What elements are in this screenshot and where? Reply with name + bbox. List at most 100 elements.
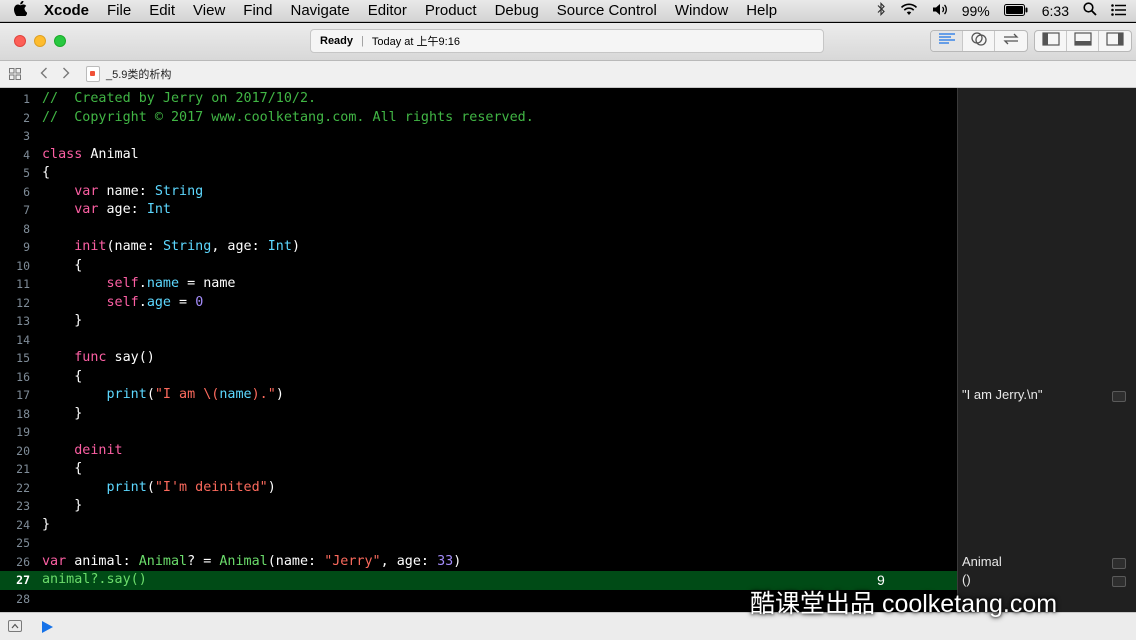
code-line[interactable]: 11 self.name = name (0, 275, 957, 294)
line-number: 6 (23, 184, 30, 199)
view-toggles-segmented-control (1034, 30, 1132, 52)
code-text: } (74, 405, 83, 421)
code-text: age: (98, 202, 147, 217)
code-line[interactable]: 3 (0, 127, 957, 146)
jump-bar-file-name: _5.9类的析构 (106, 69, 172, 81)
menu-file[interactable]: File (98, 2, 140, 19)
assistant-editor-icon (970, 31, 988, 51)
line-number: 5 (23, 166, 30, 180)
menu-navigate[interactable]: Navigate (281, 2, 358, 19)
code-text: animal?.say() (42, 572, 147, 587)
menu-view[interactable]: View (184, 2, 234, 19)
code-line[interactable]: 1 // Created by Jerry on 2017/10/2. (0, 90, 957, 109)
code-line[interactable]: 16 { (0, 368, 957, 387)
jump-bar: _5.9类的析构 (0, 61, 1136, 88)
code-line[interactable]: 22 print("I'm deinited") (0, 479, 957, 498)
wifi-icon[interactable] (900, 3, 918, 19)
code-line[interactable]: 17 print("I am \(name).") (0, 386, 957, 405)
code-text: } (74, 498, 83, 513)
code-line[interactable]: 13 } (0, 312, 957, 331)
version-editor-button[interactable] (995, 31, 1027, 51)
navigator-toggle-button[interactable] (1035, 31, 1067, 51)
debug-area-toggle-button[interactable] (1067, 31, 1099, 51)
menu-edit[interactable]: Edit (140, 2, 184, 19)
window-toolbar: Ready | Today at 上午9:16 (0, 23, 1136, 61)
code-text: . (138, 276, 147, 291)
result-quicklook-icon[interactable] (1112, 557, 1126, 569)
code-line[interactable]: 19 (0, 423, 957, 442)
code-line[interactable]: 25 (0, 534, 957, 553)
menu-product[interactable]: Product (416, 2, 486, 19)
notification-center-icon[interactable] (1111, 3, 1126, 19)
line-number: 1 (23, 92, 30, 106)
code-keyword: self (106, 276, 139, 291)
menu-app-xcode[interactable]: Xcode (40, 2, 98, 19)
zoom-window-button[interactable] (54, 35, 66, 47)
line-number: 2 (23, 110, 30, 125)
code-line[interactable]: 20 deinit (0, 442, 957, 461)
menu-find[interactable]: Find (234, 2, 281, 19)
bluetooth-icon[interactable] (877, 2, 886, 19)
result-quicklook-icon[interactable] (1112, 576, 1126, 587)
code-comment: // Created by Jerry on 2017/10/2. (42, 91, 317, 106)
debug-area-toggle-icon (1073, 31, 1092, 51)
apple-icon[interactable] (0, 0, 40, 20)
code-property: name (146, 276, 180, 291)
minimize-window-button[interactable] (34, 35, 46, 47)
assistant-editor-button[interactable] (963, 31, 995, 51)
result-value: "I am Jerry.\n" (962, 387, 1043, 402)
code-line[interactable]: 4 class Animal (0, 146, 957, 165)
volume-icon[interactable] (932, 3, 948, 19)
code-line[interactable]: 7 var age: Int (0, 201, 957, 220)
code-line[interactable]: 18 } (0, 405, 957, 424)
result-line-17[interactable]: "I am Jerry.\n" (962, 386, 1132, 405)
code-string: "I am \( (154, 387, 220, 402)
menu-extras: 99% 6:33 (877, 2, 1136, 19)
related-items-icon[interactable] (8, 67, 22, 81)
line-number: 7 (23, 203, 30, 217)
menu-help[interactable]: Help (737, 2, 786, 19)
standard-editor-icon (938, 32, 956, 50)
line-number: 20 (16, 443, 30, 458)
result-line-26[interactable]: Animal (962, 553, 1132, 572)
debug-area-hide-icon[interactable] (8, 620, 22, 632)
code-line[interactable]: 14 (0, 331, 957, 350)
code-text: ? = (187, 553, 220, 569)
jump-bar-file[interactable]: _5.9类的析构 (86, 66, 171, 82)
code-line[interactable]: 6 var name: String (0, 183, 957, 202)
line-number: 8 (23, 221, 30, 236)
code-line[interactable]: 15 func say() (0, 349, 957, 368)
clock[interactable]: 6:33 (1042, 3, 1069, 19)
line-number: 27 (16, 573, 30, 587)
run-playground-icon[interactable] (42, 621, 53, 633)
source-editor[interactable]: 1 // Created by Jerry on 2017/10/2. 2 // C… (0, 88, 957, 612)
code-line[interactable]: 8 (0, 220, 957, 239)
code-line[interactable]: 24} (0, 516, 957, 535)
menu-source-control[interactable]: Source Control (548, 2, 666, 19)
utilities-toggle-button[interactable] (1099, 31, 1131, 51)
code-line[interactable]: 2 // Copyright © 2017 www.coolketang.com.… (0, 109, 957, 128)
forward-arrow-icon[interactable] (60, 66, 72, 82)
code-text: , age: (380, 553, 438, 569)
standard-editor-button[interactable] (931, 31, 963, 51)
code-text: } (42, 516, 51, 532)
menu-editor[interactable]: Editor (359, 2, 416, 19)
back-arrow-icon[interactable] (38, 66, 50, 82)
spotlight-icon[interactable] (1083, 2, 1097, 19)
code-line[interactable]: 26 var animal: Animal? = Animal(name: "Je… (0, 553, 957, 572)
code-function: print (106, 387, 147, 402)
close-window-button[interactable] (14, 35, 26, 47)
code-line[interactable]: 9 init(name: String, age: Int) (0, 238, 957, 257)
code-line[interactable]: 12 self.age = 0 (0, 294, 957, 313)
result-quicklook-icon[interactable] (1112, 391, 1126, 402)
battery-icon[interactable] (1003, 3, 1028, 19)
code-line[interactable]: 21 { (0, 460, 957, 479)
code-text: ) (291, 239, 300, 254)
code-line[interactable]: 23 } (0, 497, 957, 516)
menu-debug[interactable]: Debug (486, 2, 548, 19)
code-text: ) (275, 387, 284, 402)
code-type: Animal (138, 553, 188, 569)
code-line[interactable]: 10 { (0, 257, 957, 276)
code-line[interactable]: 5{ (0, 164, 957, 183)
menu-window[interactable]: Window (666, 2, 737, 19)
